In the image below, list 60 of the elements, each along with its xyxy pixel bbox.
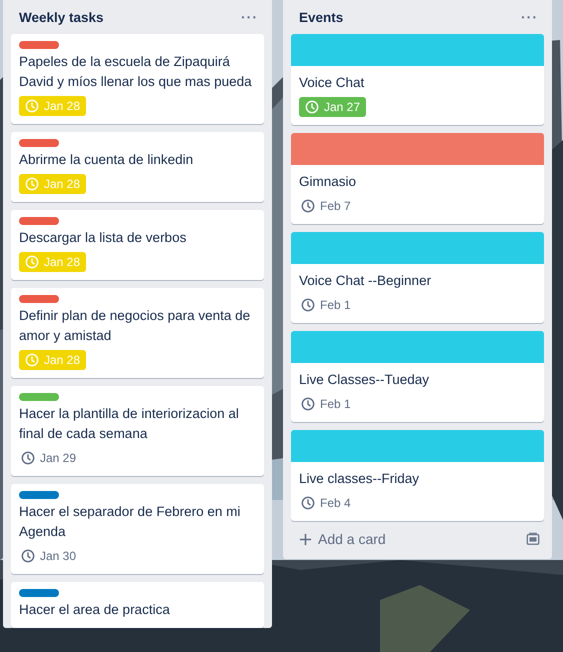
clock-icon: [301, 496, 315, 510]
card-title: Papeles de la escuela de Zipaquirá David y míos llenar los que mas pueda: [19, 53, 253, 91]
card-title: Voice Chat --Beginner: [299, 272, 432, 290]
card-title: Live classes--Friday: [299, 470, 420, 488]
due-date-text: Jan 28: [44, 353, 80, 367]
card-label[interactable]: [19, 393, 59, 401]
card[interactable]: Live classes--Friday Feb 4: [291, 430, 544, 521]
clock-icon: [25, 353, 39, 367]
card[interactable]: Hacer la plantilla de interiorizacion al final de cada semana Jan 29: [11, 386, 264, 476]
card-label[interactable]: [19, 217, 59, 225]
card[interactable]: Abrirme la cuenta de linkedin Jan 28: [11, 132, 264, 202]
card[interactable]: Papeles de la escuela de Zipaquirá David y míos llenar los que mas pueda Jan 28: [11, 34, 264, 124]
due-date-text: Feb 1: [320, 298, 351, 312]
due-date-text: Jan 28: [44, 99, 80, 113]
due-date-text: Jan 30: [40, 549, 76, 563]
template-icon[interactable]: [526, 532, 540, 546]
card-label[interactable]: [19, 139, 59, 147]
card[interactable]: Hacer el separador de Febrero en mi Agenda Jan 30: [11, 484, 264, 574]
card-label[interactable]: [19, 41, 59, 49]
card[interactable]: Live Classes--Tueday Feb 1: [291, 331, 544, 422]
card-label[interactable]: [19, 589, 59, 597]
add-card-button[interactable]: Add a card: [299, 531, 386, 547]
clock-icon: [25, 177, 39, 191]
clock-icon: [21, 549, 35, 563]
plus-icon: [299, 532, 312, 546]
card-title: Hacer el separador de Febrero en mi Agenda: [19, 503, 242, 541]
card-title: Definir plan de negocios para venta de amor y amistad: [19, 307, 252, 345]
card[interactable]: Descargar la lista de verbos Jan 28: [11, 210, 264, 280]
list-title[interactable]: Events: [299, 10, 344, 24]
card-title: Hacer la plantilla de interiorizacion al final de cada semana: [19, 405, 240, 443]
card[interactable]: Definir plan de negocios para venta de amor y amistad Jan 28: [11, 288, 264, 378]
due-date-text: Feb 7: [320, 199, 351, 213]
card[interactable]: Voice Chat Jan 27: [291, 34, 544, 125]
card-title: Abrirme la cuenta de linkedin: [19, 151, 194, 169]
clock-icon: [21, 451, 35, 465]
list-menu-button[interactable]: ···: [517, 9, 542, 25]
card[interactable]: Hacer el area de practica: [11, 582, 264, 628]
due-date-text: Feb 1: [320, 397, 351, 411]
due-date-text: Jan 29: [40, 451, 76, 465]
due-date-text: Jan 27: [324, 100, 360, 114]
card-title: Descargar la lista de verbos: [19, 229, 186, 247]
clock-icon: [25, 255, 39, 269]
card-label[interactable]: [19, 491, 59, 499]
clock-icon: [301, 298, 315, 312]
card-title: Voice Chat: [299, 74, 364, 92]
list-title[interactable]: Weekly tasks: [19, 10, 104, 24]
clock-icon: [301, 397, 315, 411]
due-date-text: Feb 4: [320, 496, 351, 510]
due-date-text: Jan 28: [44, 255, 80, 269]
card[interactable]: Voice Chat --Beginner Feb 1: [291, 232, 544, 323]
card-title: Gimnasio: [299, 173, 356, 191]
list-menu-button[interactable]: ···: [237, 9, 262, 25]
card-title: Live Classes--Tueday: [299, 371, 430, 389]
card-label[interactable]: [19, 295, 59, 303]
card-title: Hacer el area de practica: [19, 601, 170, 619]
due-date-text: Jan 28: [44, 177, 80, 191]
clock-icon: [25, 99, 39, 113]
clock-icon: [305, 100, 319, 114]
clock-icon: [301, 199, 315, 213]
card[interactable]: Gimnasio Feb 7: [291, 133, 544, 224]
